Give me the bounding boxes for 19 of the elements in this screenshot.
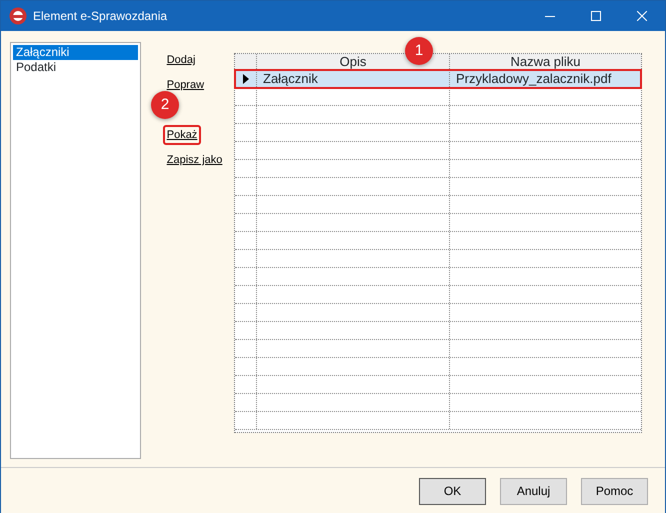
dialog-button[interactable]: OK (419, 478, 486, 504)
annotation-marker: 1 (405, 37, 433, 65)
sidebar-item[interactable]: Załączniki (13, 45, 138, 60)
column-header[interactable]: Nazwa pliku (450, 54, 641, 69)
annotation-marker: 2 (151, 91, 179, 119)
table-row[interactable]: Załącznik Przykladowy_zalacznik.pdf (235, 70, 641, 88)
dialog-button[interactable]: Pomoc (581, 478, 648, 504)
maximize-icon (591, 11, 601, 21)
window-title: Element e-Sprawozdania (33, 8, 168, 25)
table-cell: Załącznik (257, 70, 450, 87)
dialog-button[interactable]: Anuluj (500, 478, 567, 504)
app-logo-icon (9, 7, 27, 25)
row-pointer-icon (242, 74, 248, 84)
action-link[interactable]: Zapisz jako (162, 150, 226, 170)
action-link[interactable]: Pokaż (162, 125, 202, 145)
sidebar-item[interactable]: Podatki (13, 60, 138, 75)
action-link[interactable]: Dodaj (162, 50, 200, 70)
table-cell-text: Przykladowy_zalacznik.pdf (455, 70, 612, 87)
close-icon (637, 11, 647, 21)
